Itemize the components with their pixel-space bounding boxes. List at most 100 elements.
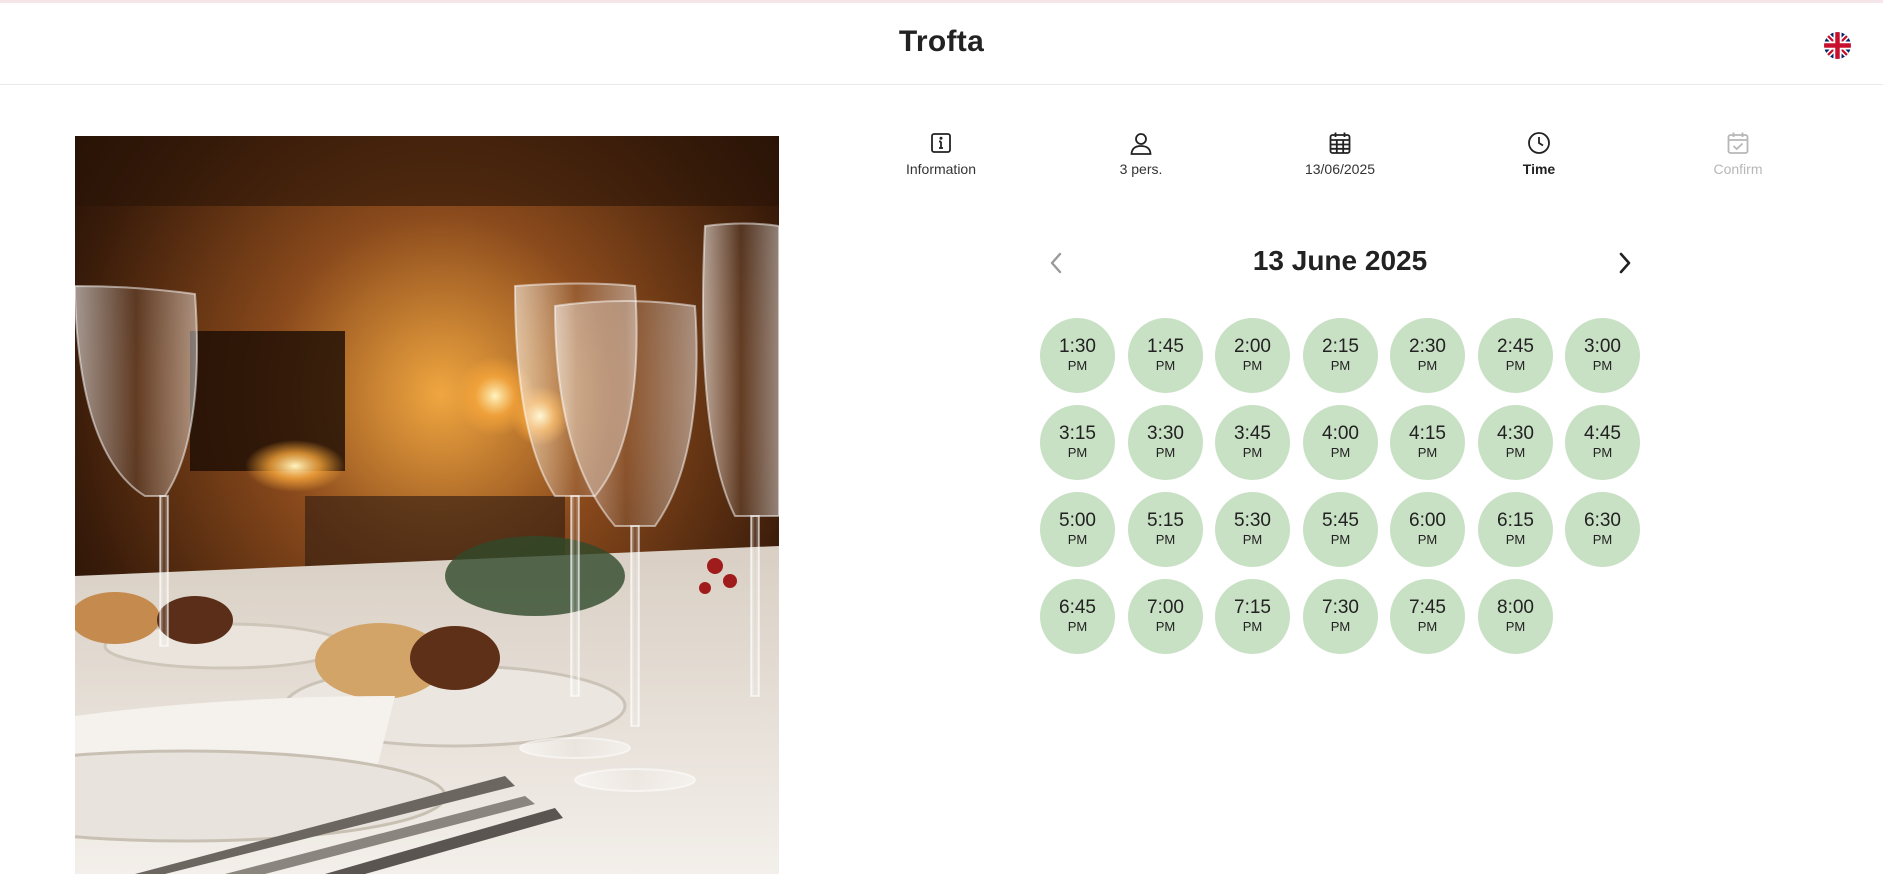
time-slot-button[interactable]: 6:00 PM [1390, 492, 1465, 567]
time-slot-time: 2:15 [1322, 336, 1359, 357]
time-slot-button[interactable]: 3:30 PM [1128, 405, 1203, 480]
time-slot-button[interactable]: 2:00 PM [1215, 318, 1290, 393]
time-slot-button[interactable]: 5:15 PM [1128, 492, 1203, 567]
time-slot-period: PM [1505, 619, 1526, 634]
step-time[interactable]: Time [1469, 130, 1609, 177]
time-slot-period: PM [1155, 358, 1176, 373]
next-day-button[interactable] [1612, 247, 1638, 279]
time-slot-button[interactable]: 4:30 PM [1478, 405, 1553, 480]
time-slot-time: 3:15 [1059, 423, 1096, 444]
clock-icon [1526, 130, 1552, 156]
time-slot-button[interactable]: 2:30 PM [1390, 318, 1465, 393]
info-icon [928, 130, 954, 156]
time-slot-period: PM [1067, 358, 1088, 373]
time-slot-period: PM [1505, 532, 1526, 547]
time-slot-button[interactable]: 5:45 PM [1303, 492, 1378, 567]
time-slot-time: 1:45 [1147, 336, 1184, 357]
time-slot-button[interactable]: 5:30 PM [1215, 492, 1290, 567]
time-slot-button[interactable]: 3:15 PM [1040, 405, 1115, 480]
time-slot-button[interactable]: 4:15 PM [1390, 405, 1465, 480]
time-slot-time: 1:30 [1059, 336, 1096, 357]
time-slot-time: 3:45 [1234, 423, 1271, 444]
time-slot-button[interactable]: 7:15 PM [1215, 579, 1290, 654]
time-slot-button[interactable]: 4:45 PM [1565, 405, 1640, 480]
time-slot-period: PM [1505, 358, 1526, 373]
time-slot-button[interactable]: 1:30 PM [1040, 318, 1115, 393]
time-slot-period: PM [1330, 358, 1351, 373]
time-slot-button[interactable]: 4:00 PM [1303, 405, 1378, 480]
uk-flag-icon[interactable] [1824, 32, 1851, 59]
time-slot-time: 5:00 [1059, 510, 1096, 531]
time-slot-period: PM [1330, 445, 1351, 460]
step-label: 13/06/2025 [1304, 161, 1376, 177]
time-slot-time: 4:00 [1322, 423, 1359, 444]
time-slot-button[interactable]: 8:00 PM [1478, 579, 1553, 654]
time-slot-period: PM [1242, 532, 1263, 547]
time-slot-time: 2:30 [1409, 336, 1446, 357]
time-slot-time: 7:45 [1409, 597, 1446, 618]
time-slot-time: 5:30 [1234, 510, 1271, 531]
step-label: 3 pers. [1119, 161, 1163, 177]
time-slot-time: 7:15 [1234, 597, 1271, 618]
time-slot-time: 6:30 [1584, 510, 1621, 531]
time-slot-period: PM [1330, 619, 1351, 634]
calendar-icon [1327, 130, 1353, 156]
time-slot-time: 6:15 [1497, 510, 1534, 531]
time-slot-time: 5:15 [1147, 510, 1184, 531]
time-slot-button[interactable]: 2:15 PM [1303, 318, 1378, 393]
time-slot-period: PM [1417, 619, 1438, 634]
time-slot-button[interactable]: 6:45 PM [1040, 579, 1115, 654]
time-slot-button[interactable]: 7:30 PM [1303, 579, 1378, 654]
step-party-size[interactable]: 3 pers. [1071, 130, 1211, 177]
time-slot-button[interactable]: 7:45 PM [1390, 579, 1465, 654]
time-slot-button[interactable]: 5:00 PM [1040, 492, 1115, 567]
time-slot-period: PM [1505, 445, 1526, 460]
time-slot-period: PM [1242, 619, 1263, 634]
time-slot-period: PM [1592, 445, 1613, 460]
step-information[interactable]: Information [871, 130, 1011, 177]
time-slot-period: PM [1592, 532, 1613, 547]
time-slot-button[interactable]: 6:30 PM [1565, 492, 1640, 567]
time-slot-period: PM [1330, 532, 1351, 547]
step-confirm[interactable]: Confirm [1668, 130, 1808, 177]
time-slot-time: 6:00 [1409, 510, 1446, 531]
time-slot-time: 5:45 [1322, 510, 1359, 531]
time-slot-time: 7:00 [1147, 597, 1184, 618]
time-slot-button[interactable]: 3:45 PM [1215, 405, 1290, 480]
time-slot-period: PM [1592, 358, 1613, 373]
time-slot-period: PM [1067, 445, 1088, 460]
time-slot-period: PM [1417, 358, 1438, 373]
time-slot-period: PM [1067, 532, 1088, 547]
time-slot-time: 4:45 [1584, 423, 1621, 444]
time-slot-button[interactable]: 3:00 PM [1565, 318, 1640, 393]
time-slot-button[interactable]: 7:00 PM [1128, 579, 1203, 654]
restaurant-name: Trofta [898, 25, 985, 58]
header: Trofta [0, 3, 1883, 85]
time-slot-time: 2:00 [1234, 336, 1271, 357]
time-slot-button[interactable]: 1:45 PM [1128, 318, 1203, 393]
person-icon [1128, 130, 1154, 156]
time-slot-time: 7:30 [1322, 597, 1359, 618]
previous-day-button[interactable] [1043, 247, 1069, 279]
time-slot-period: PM [1242, 445, 1263, 460]
time-slot-time: 4:15 [1409, 423, 1446, 444]
chevron-right-icon [1619, 252, 1631, 274]
time-slot-time: 6:45 [1059, 597, 1096, 618]
time-slot-button[interactable]: 6:15 PM [1478, 492, 1553, 567]
time-slot-period: PM [1155, 445, 1176, 460]
restaurant-table-photo [75, 136, 779, 874]
time-slot-time: 4:30 [1497, 423, 1534, 444]
calendar-check-icon [1725, 130, 1751, 156]
time-slot-period: PM [1242, 358, 1263, 373]
time-slot-button[interactable]: 2:45 PM [1478, 318, 1553, 393]
time-slot-time: 3:30 [1147, 423, 1184, 444]
time-slot-period: PM [1417, 532, 1438, 547]
time-slot-time: 8:00 [1497, 597, 1534, 618]
step-date[interactable]: 13/06/2025 [1270, 130, 1410, 177]
time-slot-time: 3:00 [1584, 336, 1621, 357]
step-label: Confirm [1713, 161, 1763, 177]
time-slot-period: PM [1155, 532, 1176, 547]
time-slot-period: PM [1417, 445, 1438, 460]
step-label: Information [905, 161, 977, 177]
time-slot-period: PM [1155, 619, 1176, 634]
